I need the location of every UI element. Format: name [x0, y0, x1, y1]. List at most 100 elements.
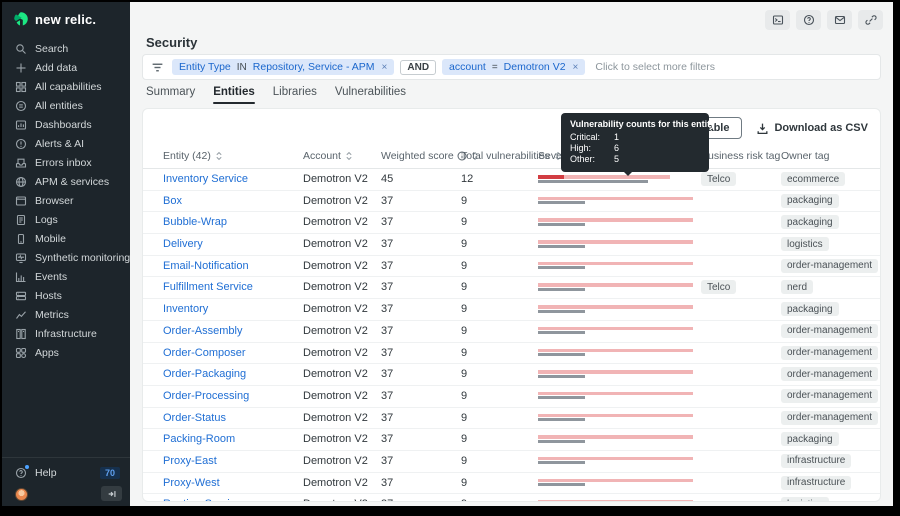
owner-tag: packaging — [781, 215, 839, 230]
sidebar-item-errors-inbox[interactable]: Errors inbox — [2, 153, 130, 172]
severity-bar[interactable] — [538, 478, 698, 487]
severity-bar[interactable] — [538, 261, 698, 270]
severity-bar[interactable] — [538, 283, 698, 291]
account-cell: Demotron V2 — [303, 324, 368, 337]
account-cell: Demotron V2 — [303, 173, 368, 185]
filter-conjunction[interactable]: AND — [400, 59, 437, 75]
column-header-label: Weighted score — [381, 150, 454, 162]
entity-link[interactable]: Proxy-East — [163, 455, 217, 467]
sidebar-item-help[interactable]: Help 70 — [2, 464, 130, 482]
sidebar-item-dashboards[interactable]: Dashboards — [2, 115, 130, 134]
sort-icon[interactable] — [215, 151, 223, 161]
entity-link[interactable]: Order-Processing — [163, 390, 249, 402]
tab-libraries[interactable]: Libraries — [273, 86, 317, 104]
sidebar-nav: Search Add data All capabilities All entiti… — [2, 39, 130, 362]
total-vulnerabilities-cell: 9 — [461, 324, 468, 337]
entity-link[interactable]: Box — [163, 195, 182, 207]
severity-bar[interactable] — [538, 218, 698, 226]
entity-link[interactable]: Proxy-West — [163, 477, 220, 489]
severity-bar[interactable] — [538, 413, 698, 422]
entity-link[interactable]: Fulfillment Service — [163, 281, 253, 293]
sidebar-item-apm-services[interactable]: APM & services — [2, 172, 130, 191]
remove-filter-icon[interactable]: × — [573, 62, 579, 73]
filter-bar[interactable]: Entity Type IN Repository, Service - APM × A… — [142, 54, 881, 80]
severity-bar[interactable] — [538, 196, 698, 205]
tooltip-count-row: Critical: 1 — [570, 132, 700, 143]
sidebar-item-label: Add data — [35, 61, 78, 74]
sidebar-item-synthetic-monitoring[interactable]: Synthetic monitoring — [2, 248, 130, 267]
entity-link[interactable]: Inventory — [163, 303, 208, 315]
owner-tag: nerd — [781, 280, 814, 295]
severity-bar[interactable] — [538, 305, 698, 313]
severity-bar[interactable] — [538, 240, 698, 248]
tab-vulnerabilities[interactable]: Vulnerabilities — [335, 86, 406, 104]
brand-name: new relic. — [35, 11, 97, 27]
user-avatar[interactable] — [15, 488, 28, 501]
sidebar-item-metrics[interactable]: Metrics — [2, 305, 130, 324]
sidebar-item-label: Infrastructure — [35, 327, 97, 340]
sidebar-item-label: Mobile — [35, 232, 66, 245]
entity-link[interactable]: Email-Notification — [163, 260, 249, 272]
new-relic-logo[interactable]: new relic. — [2, 2, 130, 35]
sidebar-item-mobile[interactable]: Mobile — [2, 229, 130, 248]
account-cell: Demotron V2 — [303, 498, 368, 501]
severity-bar[interactable] — [538, 348, 698, 356]
entity-link[interactable]: Order-Status — [163, 412, 226, 424]
sidebar-item-add-data[interactable]: Add data — [2, 58, 130, 77]
sidebar-item-alerts-ai[interactable]: Alerts & AI — [2, 134, 130, 153]
account-cell: Demotron V2 — [303, 454, 368, 467]
sidebar-item-search[interactable]: Search — [2, 39, 130, 58]
account-cell: Demotron V2 — [303, 216, 368, 229]
help-circle-icon-button[interactable] — [796, 10, 821, 30]
weighted-score-cell: 45 — [381, 173, 394, 185]
filter-chip-account[interactable]: account = Demotron V2 × — [442, 59, 586, 75]
entity-link[interactable]: Bubble-Wrap — [163, 216, 227, 228]
sidebar-item-apps[interactable]: Apps — [2, 343, 130, 362]
severity-bar[interactable] — [538, 175, 698, 183]
entity-link[interactable]: Order-Packaging — [163, 368, 246, 380]
sidebar-item-label: All entities — [35, 99, 83, 112]
severity-bar[interactable] — [538, 500, 698, 501]
column-header-entity-42-[interactable]: Entity (42) — [163, 150, 223, 162]
entity-link[interactable]: Order-Composer — [163, 347, 246, 359]
entity-link[interactable]: Order-Assembly — [163, 325, 242, 337]
sort-icon[interactable] — [345, 151, 353, 161]
filter-chip-entity-type[interactable]: Entity Type IN Repository, Service - APM × — [172, 59, 395, 75]
tab-entities[interactable]: Entities — [213, 86, 255, 104]
severity-bar[interactable] — [538, 456, 698, 465]
sidebar-item-browser[interactable]: Browser — [2, 191, 130, 210]
column-header-account[interactable]: Account — [303, 150, 353, 162]
sidebar-item-logs[interactable]: Logs — [2, 210, 130, 229]
sidebar-collapse-button[interactable] — [101, 486, 122, 501]
sidebar-item-events[interactable]: Events — [2, 267, 130, 286]
remove-filter-icon[interactable]: × — [382, 62, 388, 73]
severity-bar[interactable] — [538, 391, 698, 400]
link-icon-button[interactable] — [858, 10, 883, 30]
entity-link[interactable]: Packing-Room — [163, 433, 235, 445]
entity-link[interactable]: Delivery — [163, 238, 203, 250]
mail-icon-button[interactable] — [827, 10, 852, 30]
table-header-row: Entity (42) Account Weighted score Total vu… — [143, 145, 880, 169]
sidebar-item-hosts[interactable]: Hosts — [2, 286, 130, 305]
vulnerability-tooltip: Vulnerability counts for this entity Cri… — [561, 113, 715, 176]
sidebar-item-all-entities[interactable]: All entities — [2, 96, 130, 115]
sidebar-item-all-capabilities[interactable]: All capabilities — [2, 77, 130, 96]
severity-other-segment — [538, 244, 585, 248]
filter-placeholder[interactable]: Click to select more filters — [595, 61, 715, 73]
sidebar-item-label: Logs — [35, 213, 58, 226]
severity-bar[interactable] — [538, 326, 698, 335]
terminal-icon-button[interactable] — [765, 10, 790, 30]
sidebar-item-label: All capabilities — [35, 80, 102, 93]
download-csv-button[interactable]: Download as CSV — [756, 122, 868, 135]
severity-other-segment — [538, 179, 648, 183]
severity-bar[interactable] — [538, 435, 698, 443]
severity-bar[interactable] — [538, 370, 698, 378]
weighted-score-cell: 37 — [381, 281, 394, 294]
add-data-icon — [15, 62, 27, 74]
sidebar-item-infrastructure[interactable]: Infrastructure — [2, 324, 130, 343]
tab-summary[interactable]: Summary — [146, 86, 195, 104]
severity-other-segment — [538, 396, 585, 400]
entity-link[interactable]: Routing-Service — [163, 498, 241, 501]
owner-tag: packaging — [781, 302, 839, 317]
entity-link[interactable]: Inventory Service — [163, 173, 248, 185]
